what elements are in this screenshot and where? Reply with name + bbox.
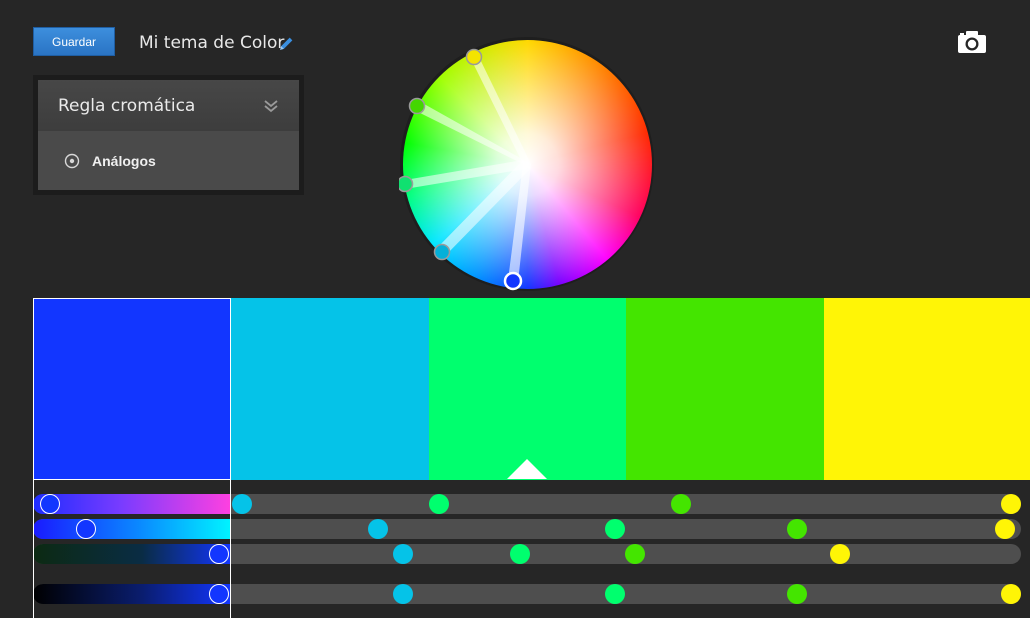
swatch-5[interactable] xyxy=(824,298,1030,480)
color-rule-panel: Regla cromática Análogos xyxy=(33,75,304,195)
radio-button-icon[interactable] xyxy=(64,153,80,169)
color-rule-title: Regla cromática xyxy=(58,95,196,116)
swatch-3[interactable] xyxy=(429,298,626,480)
double-chevron-down-icon[interactable] xyxy=(263,98,279,114)
saturation-marker-yellow[interactable] xyxy=(995,519,1015,539)
brightness-marker-yellow[interactable] xyxy=(830,544,850,564)
brightness-marker-green[interactable] xyxy=(510,544,530,564)
theme-name[interactable]: Mi tema de Color xyxy=(139,33,284,53)
value-marker-yellow[interactable] xyxy=(1001,584,1021,604)
swatch-1[interactable] xyxy=(33,298,231,480)
rule-option-label: Análogos xyxy=(92,152,156,169)
color-swatches xyxy=(33,298,1030,480)
wheel-handle-green[interactable] xyxy=(399,175,414,193)
value-marker-lime[interactable] xyxy=(787,584,807,604)
saturation-marker-lime[interactable] xyxy=(787,519,807,539)
swatch-4[interactable] xyxy=(626,298,824,480)
wheel-handle-lime[interactable] xyxy=(408,97,426,115)
value-marker-green[interactable] xyxy=(605,584,625,604)
hue-marker-yellow[interactable] xyxy=(1001,494,1021,514)
wheel-handle-cyan[interactable] xyxy=(433,243,451,261)
saturation-marker-green[interactable] xyxy=(605,519,625,539)
value-marker-cyan[interactable] xyxy=(393,584,413,604)
color-rule-options: Análogos xyxy=(38,131,299,190)
swatch-2[interactable] xyxy=(231,298,429,480)
selected-swatch-column xyxy=(33,480,231,618)
hue-marker-cyan[interactable] xyxy=(232,494,252,514)
saturation-marker-cyan[interactable] xyxy=(368,519,388,539)
pencil-icon[interactable] xyxy=(278,35,295,52)
save-button[interactable]: Guardar xyxy=(33,27,115,56)
brightness-marker-cyan[interactable] xyxy=(393,544,413,564)
hue-marker-lime[interactable] xyxy=(671,494,691,514)
color-rule-dropdown[interactable]: Regla cromática xyxy=(38,80,299,131)
wheel-handle-yellow[interactable] xyxy=(465,48,483,66)
color-wheel[interactable] xyxy=(399,36,656,293)
rule-option-analogous[interactable]: Análogos xyxy=(64,153,156,169)
wheel-handle-blue-base[interactable] xyxy=(503,271,523,291)
hue-marker-green[interactable] xyxy=(429,494,449,514)
camera-icon[interactable] xyxy=(957,30,987,54)
base-color-marker-icon xyxy=(507,459,547,479)
brightness-marker-lime[interactable] xyxy=(625,544,645,564)
